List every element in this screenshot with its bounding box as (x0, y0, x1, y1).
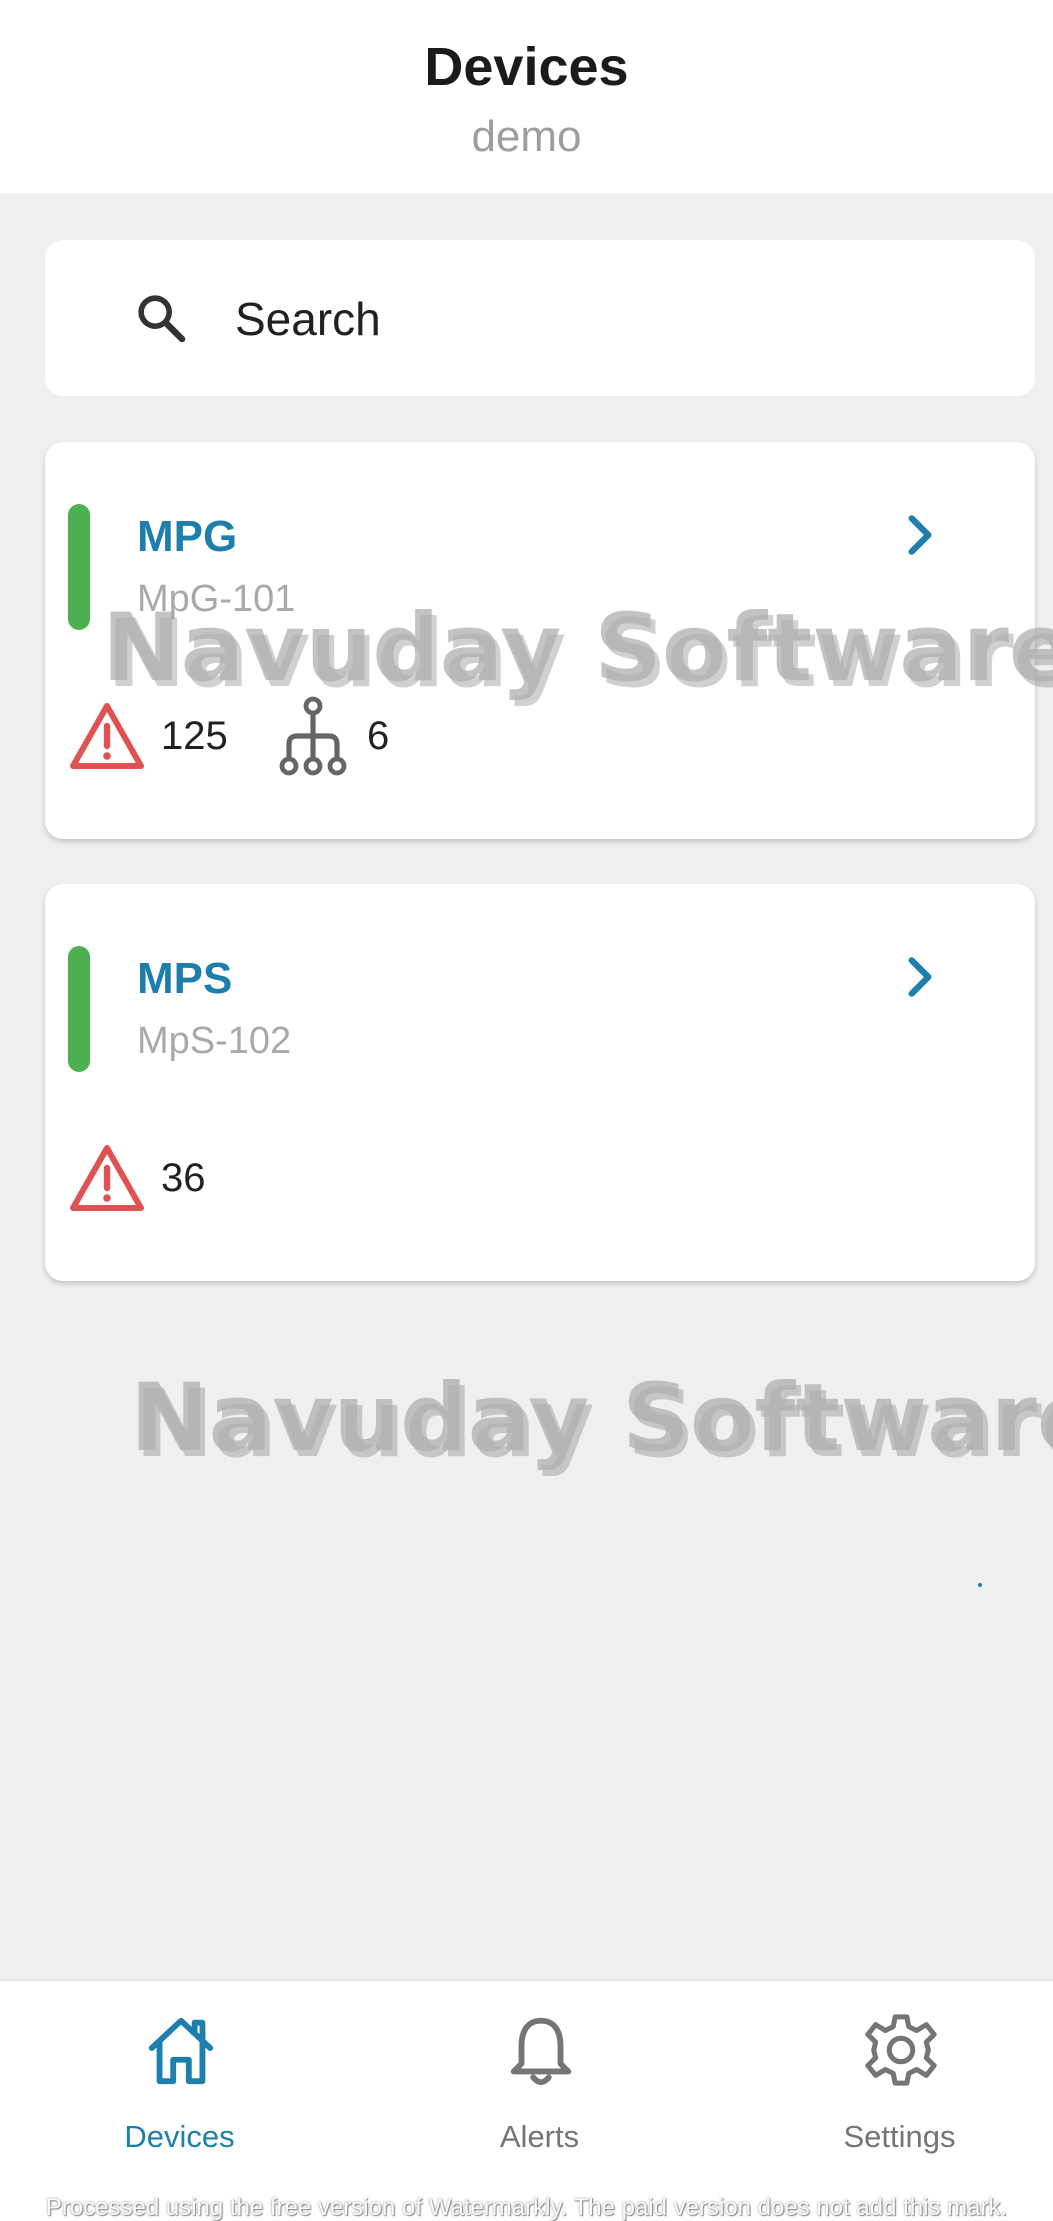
search-input[interactable] (235, 284, 995, 354)
device-card[interactable]: MPG MpG-101 125 6 (45, 442, 1035, 839)
search-bar[interactable] (45, 240, 1035, 396)
search-icon (138, 295, 186, 343)
warning-icon (70, 703, 144, 769)
devices-screen: Devices demo MPG MpG-101 125 (0, 0, 1053, 2221)
chevron-right-icon[interactable] (895, 510, 945, 560)
nav-label: Alerts (499, 2119, 580, 2154)
warning-icon (70, 1145, 144, 1211)
nav-settings[interactable]: Settings (724, 1981, 1053, 2181)
nav-label: Devices (124, 2119, 235, 2154)
home-icon (148, 2017, 214, 2085)
nav-alerts[interactable]: Alerts (364, 1981, 715, 2181)
alert-count: 125 (161, 714, 228, 758)
chevron-right-icon[interactable] (895, 952, 945, 1002)
device-code: MpG-101 (137, 578, 296, 620)
page-subtitle: demo (471, 112, 582, 161)
bottom-navigation: Devices Alerts Settings Processed using … (0, 1980, 1053, 2221)
nav-devices[interactable]: Devices (4, 1981, 355, 2181)
alert-count: 36 (161, 1156, 206, 1200)
device-name: MPS (137, 954, 233, 1003)
status-indicator (68, 504, 90, 630)
device-name: MPG (137, 512, 238, 561)
bell-icon (510, 2017, 572, 2086)
page-title: Devices (424, 37, 629, 97)
status-indicator (68, 946, 90, 1072)
device-card[interactable]: MPS MpS-102 36 (45, 884, 1035, 1281)
node-tree-icon (279, 696, 347, 776)
app-header: Devices demo (0, 0, 1053, 193)
watermark-footer: Processed using the free version of Wate… (45, 2194, 1008, 2221)
gear-icon (865, 2014, 937, 2086)
node-count: 6 (367, 714, 390, 758)
device-code: MpS-102 (137, 1020, 292, 1062)
watermark-text: Navuday Software (130, 1364, 1053, 1473)
loading-dot (978, 1583, 982, 1587)
nav-label: Settings (843, 2119, 956, 2154)
